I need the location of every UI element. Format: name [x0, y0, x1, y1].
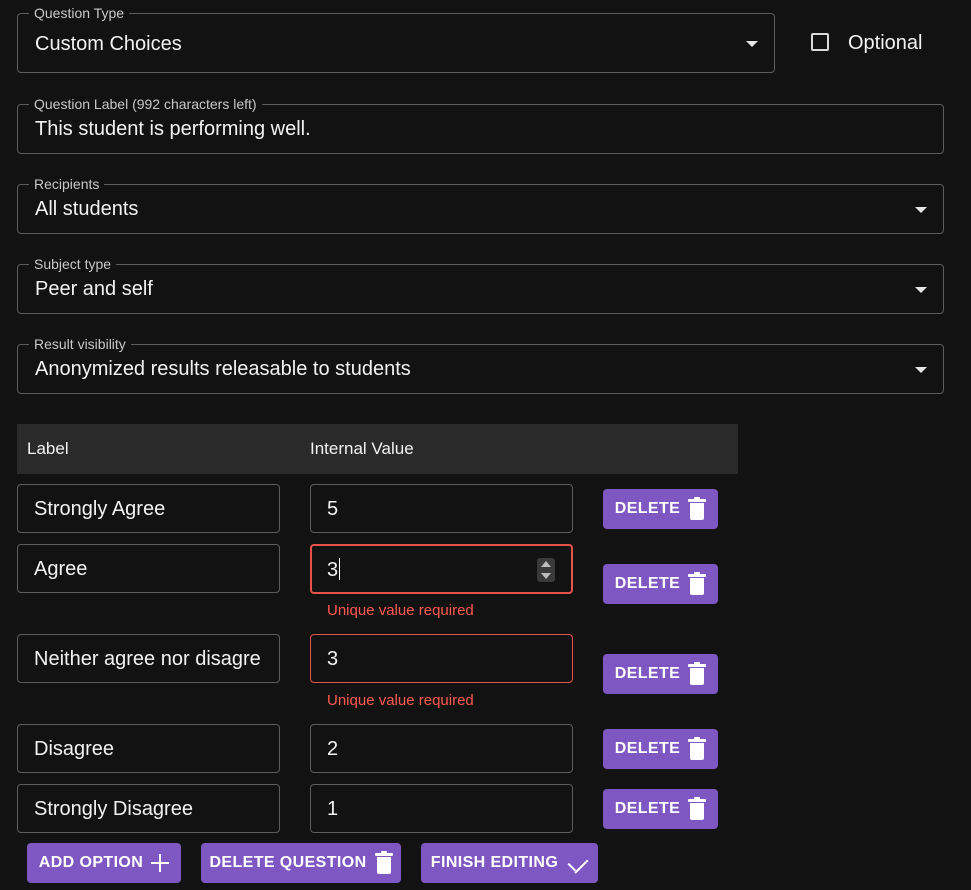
validation-error: Unique value required [327, 692, 474, 709]
chevron-down-icon [915, 367, 927, 373]
validation-error: Unique value required [327, 602, 474, 619]
trash-icon [688, 662, 707, 685]
delete-question-label: DELETE QUESTION [209, 854, 367, 871]
recipients-value: All students [35, 198, 139, 220]
delete-button-label: DELETE [614, 665, 681, 682]
recipients-legend: Recipients [29, 175, 105, 193]
header-internal-value: Internal Value [310, 439, 414, 458]
option-value-input[interactable]: 1 [310, 784, 573, 833]
delete-question-button[interactable]: DELETE QUESTION [201, 843, 401, 883]
result-visibility-select[interactable]: Result visibility Anonymized results rel… [17, 335, 944, 394]
option-value-text: 1 [327, 798, 339, 820]
check-icon [566, 855, 588, 871]
question-type-value: Custom Choices [35, 33, 182, 55]
number-spinner[interactable] [537, 558, 555, 582]
delete-option-button[interactable]: DELETE [603, 729, 718, 769]
option-value-text: 3 [327, 558, 341, 582]
question-label-input[interactable]: Question Label (992 characters left) Thi… [17, 95, 944, 154]
header-label: Label [27, 439, 69, 458]
finish-editing-button[interactable]: FINISH EDITING [421, 843, 598, 883]
question-label-legend: Question Label (992 characters left) [29, 95, 262, 113]
trash-icon [688, 737, 707, 760]
option-label-text: Strongly Agree [34, 498, 166, 520]
chevron-down-icon [746, 41, 758, 47]
delete-option-button[interactable]: DELETE [603, 489, 718, 529]
option-value-text: 3 [327, 648, 339, 670]
option-label-input[interactable]: Agree [17, 544, 280, 593]
option-value-input[interactable]: 3 [310, 544, 573, 594]
trash-icon [688, 572, 707, 595]
option-value-text: 2 [327, 738, 339, 760]
option-label-text: Neither agree nor disagre [34, 648, 261, 670]
option-value-text: 5 [327, 498, 339, 520]
delete-option-button[interactable]: DELETE [603, 789, 718, 829]
options-table-header: Label Internal Value [17, 424, 738, 474]
delete-option-button[interactable]: DELETE [603, 564, 718, 604]
subject-type-select[interactable]: Subject type Peer and self [17, 255, 944, 314]
delete-button-label: DELETE [614, 575, 681, 592]
option-label-text: Agree [34, 558, 88, 580]
delete-button-label: DELETE [614, 800, 681, 817]
optional-checkbox[interactable] [811, 33, 829, 51]
trash-icon [688, 797, 707, 820]
subject-type-legend: Subject type [29, 255, 117, 273]
optional-label: Optional [848, 32, 923, 54]
option-value-input[interactable]: 5 [310, 484, 573, 533]
option-value-input[interactable]: 3 [310, 634, 573, 683]
delete-button-label: DELETE [614, 500, 681, 517]
option-label-input[interactable]: Strongly Disagree [17, 784, 280, 833]
trash-icon [688, 497, 707, 520]
recipients-select[interactable]: Recipients All students [17, 175, 944, 234]
option-value-input[interactable]: 2 [310, 724, 573, 773]
subject-type-value: Peer and self [35, 278, 153, 300]
add-option-button[interactable]: ADD OPTION [27, 843, 181, 883]
result-visibility-value: Anonymized results releasable to student… [35, 358, 411, 380]
question-type-select[interactable]: Question Type Custom Choices [17, 4, 775, 73]
option-label-text: Strongly Disagree [34, 798, 193, 820]
option-label-input[interactable]: Strongly Agree [17, 484, 280, 533]
text-caret [339, 558, 341, 580]
chevron-down-icon [915, 287, 927, 293]
option-value-text-value: 3 [327, 559, 339, 581]
option-label-input[interactable]: Neither agree nor disagre [17, 634, 280, 683]
finish-editing-label: FINISH EDITING [430, 854, 559, 871]
option-label-input[interactable]: Disagree [17, 724, 280, 773]
option-label-text: Disagree [34, 738, 115, 760]
plus-icon [151, 854, 170, 872]
spinner-up-icon[interactable] [541, 561, 551, 567]
add-option-label: ADD OPTION [38, 854, 144, 871]
question-label-value: This student is performing well. [35, 118, 311, 140]
delete-button-label: DELETE [614, 740, 681, 757]
trash-icon [374, 851, 393, 874]
spinner-down-icon[interactable] [541, 573, 551, 579]
delete-option-button[interactable]: DELETE [603, 654, 718, 694]
result-visibility-legend: Result visibility [29, 335, 131, 353]
chevron-down-icon [915, 207, 927, 213]
question-type-legend: Question Type [29, 4, 130, 22]
